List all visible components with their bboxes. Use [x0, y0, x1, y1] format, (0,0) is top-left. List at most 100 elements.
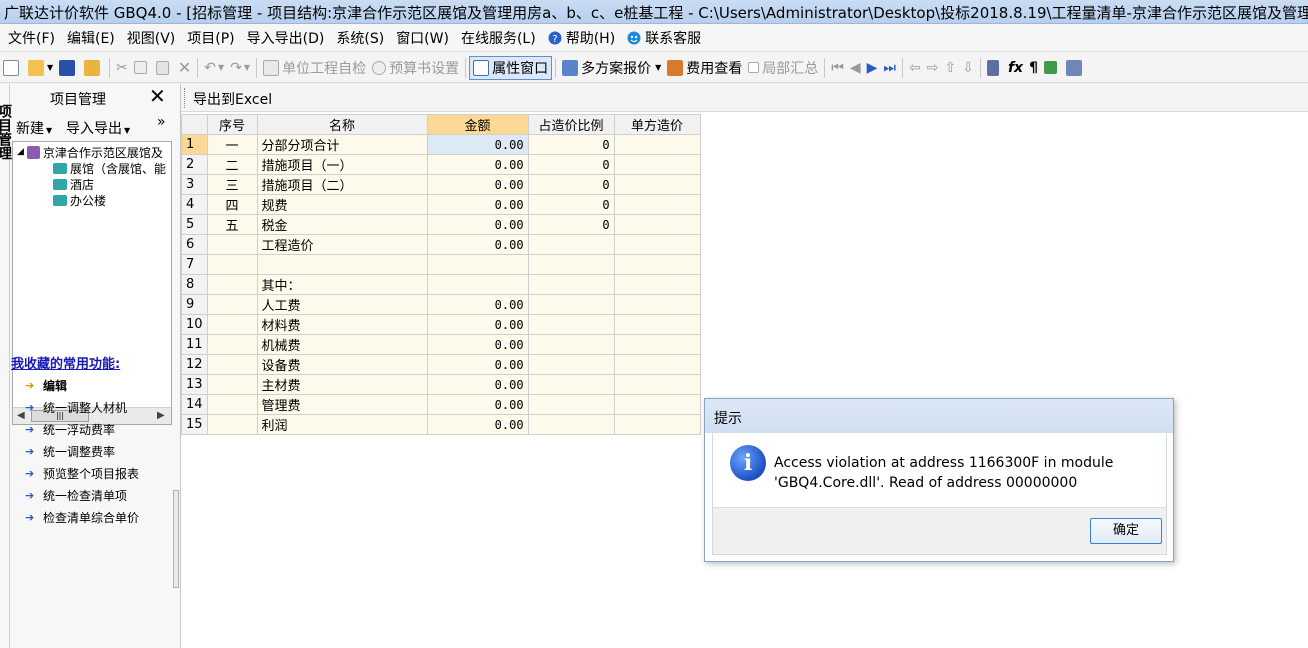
table-row[interactable]: 8 其中： — [181, 274, 701, 295]
menu-window[interactable]: 窗口(W) — [390, 27, 455, 49]
cell-amount[interactable]: 0.00 — [426, 314, 529, 335]
column-header-no[interactable]: 序号 — [206, 114, 258, 135]
cell-amount[interactable] — [426, 254, 529, 275]
table-row[interactable]: 10 材料费 0.00 — [181, 314, 701, 335]
cell-amount[interactable]: 0.00 — [426, 294, 529, 315]
copy-button[interactable] — [131, 56, 153, 80]
cell-no[interactable]: 二 — [206, 154, 258, 175]
row-number[interactable]: 4 — [181, 194, 208, 215]
tree-item[interactable]: 酒店 — [53, 176, 94, 192]
cell-ratio[interactable] — [527, 314, 615, 335]
undo-button[interactable]: ↶ ▼ — [201, 56, 227, 80]
cell-name[interactable]: 税金 — [256, 214, 428, 235]
first-button[interactable]: ⏮ — [828, 56, 847, 80]
cell-amount[interactable]: 0.00 — [426, 394, 529, 415]
prev-button[interactable]: ◀ — [847, 56, 864, 80]
menu-file[interactable]: 文件(F) — [2, 27, 61, 49]
cell-unit-cost[interactable] — [613, 354, 701, 375]
cell-name[interactable]: 其中： — [256, 274, 428, 295]
menu-import-export[interactable]: 导入导出(D) — [241, 27, 331, 49]
row-number[interactable]: 2 — [181, 154, 208, 175]
paragraph-button[interactable]: ¶ — [1026, 56, 1041, 80]
favorite-item[interactable]: ➔ 检查清单综合单价 — [25, 509, 139, 525]
cell-amount[interactable] — [426, 274, 529, 295]
move-left-button[interactable]: ⇦ — [906, 56, 924, 80]
row-number[interactable]: 15 — [181, 414, 208, 435]
column-header-ratio[interactable]: 占造价比例 — [527, 114, 615, 135]
cell-amount[interactable]: 0.00 — [426, 214, 529, 235]
budget-settings-button[interactable]: 预算书设置 — [369, 56, 462, 80]
cell-ratio[interactable]: 0 — [527, 154, 615, 175]
cell-name[interactable]: 设备费 — [256, 354, 428, 375]
favorite-item[interactable]: ➔ 统一调整费率 — [25, 443, 115, 459]
cell-unit-cost[interactable] — [613, 394, 701, 415]
table-row[interactable]: 12 设备费 0.00 — [181, 354, 701, 375]
cell-ratio[interactable] — [527, 374, 615, 395]
cell-name[interactable]: 分部分项合计 — [256, 134, 428, 155]
cell-name[interactable]: 机械费 — [256, 334, 428, 355]
row-number[interactable]: 9 — [181, 294, 208, 315]
cell-ratio[interactable] — [527, 354, 615, 375]
row-number[interactable]: 14 — [181, 394, 208, 415]
cell-ratio[interactable]: 0 — [527, 134, 615, 155]
cell-unit-cost[interactable] — [613, 174, 701, 195]
scroll-left-icon[interactable]: ◀ — [17, 410, 25, 421]
delete-button[interactable]: ✕ — [175, 56, 194, 80]
menu-edit[interactable]: 编辑(E) — [61, 27, 121, 49]
row-number[interactable]: 11 — [181, 334, 208, 355]
cell-amount[interactable]: 0.00 — [426, 174, 529, 195]
cell-unit-cost[interactable] — [613, 154, 701, 175]
cell-no[interactable] — [206, 334, 258, 355]
cell-name[interactable]: 人工费 — [256, 294, 428, 315]
cell-unit-cost[interactable] — [613, 234, 701, 255]
cell-ratio[interactable] — [527, 274, 615, 295]
cell-ratio[interactable]: 0 — [527, 174, 615, 195]
menu-help[interactable]: ? 帮助(H) — [542, 27, 621, 49]
cell-name[interactable]: 管理费 — [256, 394, 428, 415]
menu-system[interactable]: 系统(S) — [330, 27, 390, 49]
cell-name[interactable]: 利润 — [256, 414, 428, 435]
row-number[interactable]: 12 — [181, 354, 208, 375]
cell-amount[interactable]: 0.00 — [426, 154, 529, 175]
open-folder-button[interactable]: ▼ — [25, 56, 56, 80]
save-all-button[interactable] — [81, 56, 106, 80]
menu-project[interactable]: 项目(P) — [181, 27, 240, 49]
cell-ratio[interactable] — [527, 254, 615, 275]
table-row[interactable]: 13 主材费 0.00 — [181, 374, 701, 395]
next-button[interactable]: ▶ — [864, 56, 881, 80]
collapse-icon[interactable]: ◢ — [17, 147, 24, 157]
scroll-right-icon[interactable]: ▶ — [157, 410, 165, 421]
export-excel-button[interactable]: 导出到Excel — [193, 89, 272, 109]
row-number[interactable]: 7 — [181, 254, 208, 275]
multi-quote-button[interactable]: 多方案报价 ▼ — [559, 56, 664, 80]
cell-amount[interactable]: 0.00 — [426, 134, 529, 155]
row-number[interactable]: 3 — [181, 174, 208, 195]
cell-unit-cost[interactable] — [613, 334, 701, 355]
new-file-button[interactable] — [0, 56, 25, 80]
column-header-unit-cost[interactable]: 单方造价 — [613, 114, 701, 135]
cell-ratio[interactable] — [527, 294, 615, 315]
formula-button[interactable]: fx — [1005, 56, 1026, 80]
row-number[interactable]: 6 — [181, 234, 208, 255]
menu-support[interactable]: 联系客服 — [621, 27, 707, 49]
table-row[interactable]: 6 工程造价 0.00 — [181, 234, 701, 255]
cell-unit-cost[interactable] — [613, 134, 701, 155]
cell-name[interactable]: 材料费 — [256, 314, 428, 335]
cut-button[interactable]: ✂ — [113, 56, 131, 80]
tree-item[interactable]: 展馆（含展馆、能 — [53, 160, 166, 176]
menu-online-service[interactable]: 在线服务(L) — [455, 27, 542, 49]
column-header-name[interactable]: 名称 — [256, 114, 428, 135]
row-number[interactable]: 5 — [181, 214, 208, 235]
cell-unit-cost[interactable] — [613, 374, 701, 395]
row-number[interactable]: 8 — [181, 274, 208, 295]
close-icon[interactable]: ✕ — [149, 85, 166, 107]
cell-no[interactable] — [206, 414, 258, 435]
cell-ratio[interactable]: 0 — [527, 194, 615, 215]
cell-no[interactable] — [206, 354, 258, 375]
tree-item[interactable]: 办公楼 — [53, 192, 106, 208]
cell-no[interactable] — [206, 274, 258, 295]
cell-amount[interactable]: 0.00 — [426, 334, 529, 355]
cell-no[interactable] — [206, 234, 258, 255]
move-down-button[interactable]: ⇩ — [959, 56, 977, 80]
row-number[interactable]: 1 — [181, 134, 208, 155]
